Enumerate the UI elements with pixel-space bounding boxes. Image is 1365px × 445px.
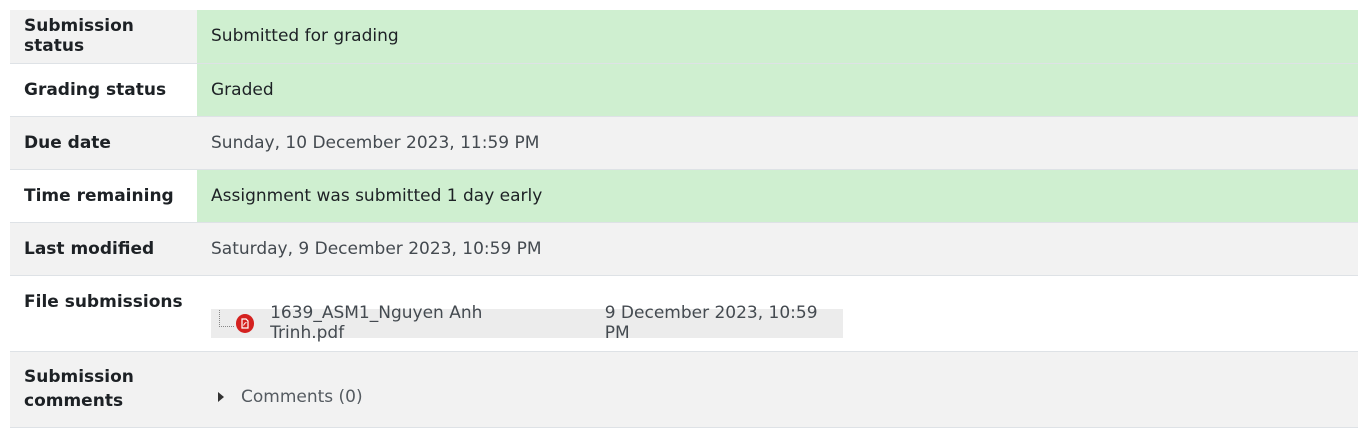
- submission-status-label: Submission status: [10, 10, 197, 64]
- grading-status-label: Grading status: [10, 63, 197, 117]
- comments-toggle[interactable]: Comments (0): [211, 387, 363, 407]
- time-remaining-value: Assignment was submitted 1 day early: [197, 169, 1358, 223]
- submission-status-row: Submission status Submitted for grading: [10, 10, 1358, 64]
- comments-toggle-label: Comments (0): [241, 387, 363, 407]
- last-modified-label: Last modified: [10, 222, 197, 276]
- grading-status-value: Graded: [197, 63, 1358, 117]
- submission-comments-label-line1: Submission: [24, 367, 134, 387]
- tree-connector: [219, 309, 234, 327]
- submission-comments-label-line2: comments: [24, 391, 124, 411]
- file-submissions-row: File submissions 1639_ASM1_Nguyen Anh Tr…: [10, 275, 1358, 352]
- due-date-row: Due date Sunday, 10 December 2023, 11:59…: [10, 116, 1358, 170]
- due-date-label: Due date: [10, 116, 197, 170]
- submission-comments-label: Submission comments: [10, 351, 197, 428]
- last-modified-row: Last modified Saturday, 9 December 2023,…: [10, 222, 1358, 276]
- submission-comments-row: Submission comments Comments (0): [10, 351, 1358, 428]
- submission-status-table: Submission status Submitted for grading …: [10, 10, 1358, 428]
- file-submissions-cell: 1639_ASM1_Nguyen Anh Trinh.pdf 9 Decembe…: [197, 275, 1358, 352]
- submission-status-value: Submitted for grading: [197, 10, 1358, 64]
- grading-status-row: Grading status Graded: [10, 63, 1358, 117]
- caret-right-icon: [218, 392, 224, 402]
- file-entry: 1639_ASM1_Nguyen Anh Trinh.pdf 9 Decembe…: [211, 303, 843, 343]
- file-date: 9 December 2023, 10:59 PM: [604, 303, 818, 343]
- time-remaining-label: Time remaining: [10, 169, 197, 223]
- file-name-link[interactable]: 1639_ASM1_Nguyen Anh Trinh.pdf: [270, 303, 554, 343]
- last-modified-value: Saturday, 9 December 2023, 10:59 PM: [197, 222, 1358, 276]
- pdf-icon: [235, 313, 255, 333]
- due-date-value: Sunday, 10 December 2023, 11:59 PM: [197, 116, 1358, 170]
- submission-comments-cell: Comments (0): [197, 351, 1358, 428]
- file-submissions-label: File submissions: [10, 275, 197, 352]
- time-remaining-row: Time remaining Assignment was submitted …: [10, 169, 1358, 223]
